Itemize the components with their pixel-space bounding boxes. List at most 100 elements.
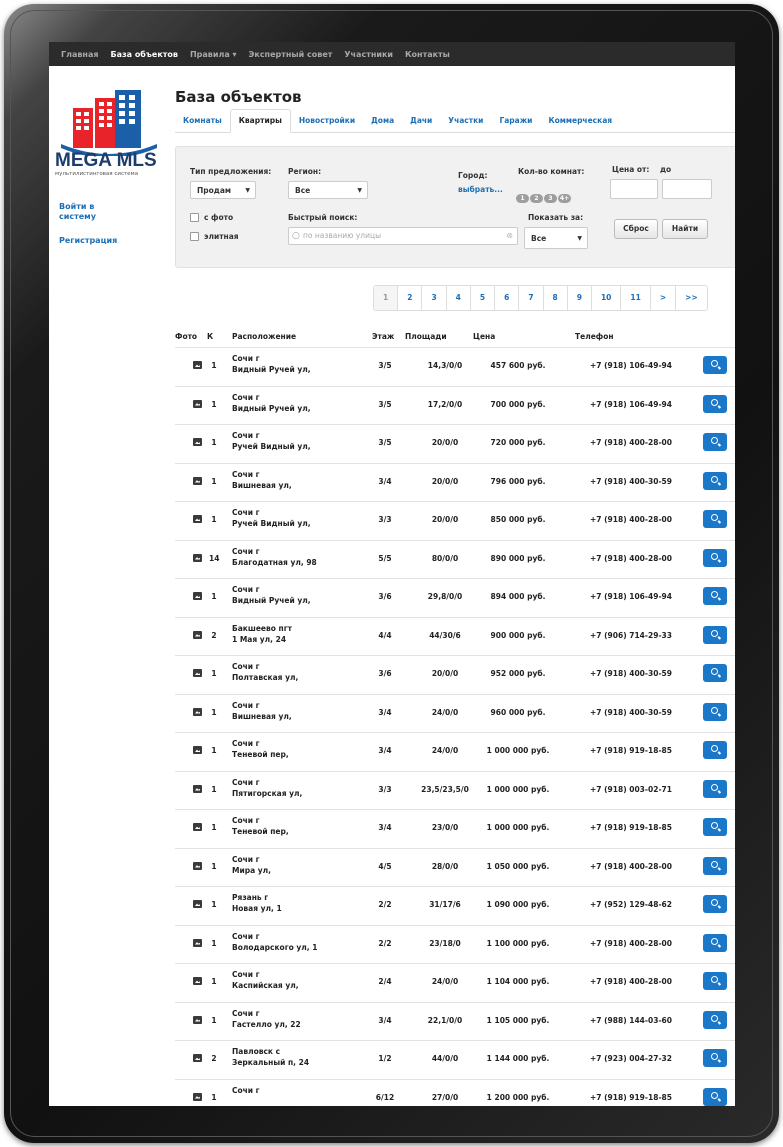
- page-9[interactable]: 9: [568, 286, 592, 310]
- tab-garages[interactable]: Гаражи: [491, 110, 540, 132]
- table-row[interactable]: 2 Бакшеево пгт 1 Мая ул, 24 4/4 44/30/6 900 0…: [175, 618, 735, 656]
- photo-icon[interactable]: [193, 977, 202, 985]
- elite-checkbox[interactable]: [190, 232, 199, 241]
- view-details-button[interactable]: [703, 394, 727, 413]
- tab-rooms[interactable]: Комнаты: [175, 110, 230, 132]
- clear-icon[interactable]: ⊗: [506, 228, 513, 244]
- tab-new-buildings[interactable]: Новостройки: [291, 110, 363, 132]
- tab-houses[interactable]: Дома: [363, 110, 402, 132]
- view-details-button[interactable]: [703, 933, 727, 952]
- table-row[interactable]: 1 Сочи г Каспийская ул, 2/4 24/0/0 1 104 000 …: [175, 964, 735, 1002]
- page-6[interactable]: 6: [495, 286, 520, 310]
- page-4[interactable]: 4: [447, 286, 471, 310]
- cell-phone[interactable]: +7 (918) 400-28-00: [565, 438, 697, 447]
- cell-phone[interactable]: +7 (918) 919-18-85: [565, 746, 697, 755]
- photo-icon[interactable]: [193, 823, 202, 831]
- tab-apartments[interactable]: Квартиры: [229, 109, 291, 133]
- photo-icon[interactable]: [193, 1054, 202, 1062]
- table-row[interactable]: 1 Сочи г Видный Ручей ул, 3/6 29,8/0/0 894 00…: [175, 579, 735, 617]
- view-details-button[interactable]: [703, 895, 727, 913]
- view-details-button[interactable]: [703, 1010, 727, 1029]
- with-photo-checkbox[interactable]: [190, 213, 199, 222]
- rooms-option-1[interactable]: 1: [516, 194, 529, 203]
- cell-phone[interactable]: +7 (918) 400-28-00: [565, 862, 697, 871]
- photo-icon[interactable]: [193, 746, 202, 754]
- table-row[interactable]: 1 Сочи г Вишневая ул, 3/4 20/0/0 796 000 руб.…: [175, 464, 735, 502]
- photo-icon[interactable]: [193, 707, 202, 716]
- nav-expert-council[interactable]: Экспертный совет: [243, 50, 339, 59]
- table-row[interactable]: 1 Сочи г Теневой пер, 3/4 23/0/0 1 000 000 ру…: [175, 810, 735, 848]
- cell-phone[interactable]: +7 (988) 144-03-60: [565, 1016, 697, 1025]
- photo-icon[interactable]: [193, 669, 202, 677]
- photo-icon[interactable]: [193, 476, 202, 485]
- table-row[interactable]: 1 Сочи г Гастелло ул, 22 3/4 22,1/0/0 1 105 0…: [175, 1003, 735, 1041]
- view-details-button[interactable]: [703, 1087, 727, 1106]
- photo-icon[interactable]: [193, 515, 202, 523]
- view-details-button[interactable]: [703, 1049, 727, 1067]
- cell-phone[interactable]: +7 (918) 106-49-94: [565, 400, 697, 409]
- price-to-input[interactable]: [662, 179, 712, 199]
- cell-phone[interactable]: +7 (918) 400-30-59: [565, 708, 697, 717]
- view-details-button[interactable]: [703, 356, 727, 374]
- table-row[interactable]: 1 Сочи г Пятигорская ул, 3/3 23,5/23,5/0 1 00…: [175, 772, 735, 810]
- photo-icon[interactable]: [193, 784, 202, 793]
- price-from-input[interactable]: [610, 179, 658, 199]
- view-details-button[interactable]: [703, 779, 727, 798]
- page-7[interactable]: 7: [519, 286, 544, 310]
- region-select[interactable]: Все ▼: [288, 181, 368, 199]
- table-row[interactable]: 1 Сочи г Видный Ручей ул, 3/5 17,2/0/0 700 00…: [175, 387, 735, 425]
- table-row[interactable]: 1 Сочи г Ручей Видный ул, 3/5 20/0/0 720 000 …: [175, 425, 735, 463]
- photo-icon[interactable]: [193, 630, 202, 639]
- table-row[interactable]: 2 Павловск с Зеркальный п, 24 1/2 44/0/0 1 14…: [175, 1041, 735, 1079]
- photo-icon[interactable]: [193, 592, 202, 600]
- offer-type-select[interactable]: Продам ▼: [190, 181, 256, 199]
- photo-icon[interactable]: [193, 1015, 202, 1024]
- cell-phone[interactable]: +7 (906) 714-29-33: [565, 631, 697, 640]
- photo-icon[interactable]: [193, 938, 202, 947]
- table-row[interactable]: 1 Сочи г Теневой пер, 3/4 24/0/0 1 000 000 ру…: [175, 733, 735, 771]
- cell-phone[interactable]: +7 (918) 106-49-94: [565, 592, 697, 601]
- view-details-button[interactable]: [703, 702, 727, 721]
- view-details-button[interactable]: [703, 433, 727, 451]
- show-period-select[interactable]: Все ▼: [524, 227, 588, 249]
- table-row[interactable]: 1 Сочи г Мира ул, 4/5 28/0/0 1 050 000 руб. +7…: [175, 849, 735, 887]
- rooms-option-4-plus[interactable]: 4+: [558, 194, 571, 203]
- page-5[interactable]: 5: [471, 286, 496, 310]
- cell-phone[interactable]: +7 (952) 129-48-62: [565, 900, 697, 909]
- cell-phone[interactable]: +7 (918) 400-30-59: [565, 669, 697, 678]
- photo-icon[interactable]: [193, 900, 202, 908]
- table-row[interactable]: 1 Сочи г Вишневая ул, 3/4 24/0/0 960 000 руб.…: [175, 695, 735, 733]
- table-row[interactable]: 1 Сочи г Полтавская ул, 3/6 20/0/0 952 000 ру…: [175, 656, 735, 694]
- view-details-button[interactable]: [703, 471, 727, 490]
- view-details-button[interactable]: [703, 856, 727, 875]
- nav-rules[interactable]: Правила ▾: [184, 50, 243, 59]
- register-link[interactable]: Регистрация: [59, 236, 117, 246]
- nav-members[interactable]: Участники: [338, 50, 399, 59]
- find-button[interactable]: Найти: [662, 219, 708, 239]
- table-row[interactable]: 1 Сочи г Видный Ручей ул, 3/5 14,3/0/0 457 60…: [175, 348, 735, 386]
- rooms-option-3[interactable]: 3: [544, 194, 557, 203]
- cell-phone[interactable]: +7 (918) 400-28-00: [565, 977, 697, 986]
- cell-phone[interactable]: +7 (918) 106-49-94: [565, 361, 697, 370]
- view-details-button[interactable]: [703, 510, 727, 528]
- page-1[interactable]: 1: [374, 286, 399, 310]
- view-details-button[interactable]: [703, 548, 727, 567]
- table-row[interactable]: 1 Сочи г 6/12 27/0/0 1 200 000 руб. +7 (918) …: [175, 1080, 735, 1107]
- view-details-button[interactable]: [703, 587, 727, 605]
- table-row[interactable]: 1 Рязань г Новая ул, 1 2/2 31/17/6 1 090 000 …: [175, 887, 735, 925]
- table-row[interactable]: 14 Сочи г Благодатная ул, 98 5/5 80/0/0 890 0…: [175, 541, 735, 579]
- page-last[interactable]: >>: [676, 286, 707, 310]
- nav-objects-base[interactable]: База объектов: [104, 50, 183, 59]
- cell-phone[interactable]: +7 (918) 400-28-00: [565, 554, 697, 563]
- page-3[interactable]: 3: [422, 286, 447, 310]
- table-row[interactable]: 1 Сочи г Ручей Видный ул, 3/3 20/0/0 850 000 …: [175, 502, 735, 540]
- tab-dachas[interactable]: Дачи: [402, 110, 440, 132]
- photo-icon[interactable]: [193, 361, 202, 369]
- view-details-button[interactable]: [703, 625, 727, 644]
- login-link[interactable]: Войти в систему: [59, 202, 119, 222]
- page-next[interactable]: >: [651, 286, 677, 310]
- rooms-option-2[interactable]: 2: [530, 194, 543, 203]
- photo-icon[interactable]: [193, 861, 202, 870]
- view-details-button[interactable]: [703, 972, 727, 990]
- cell-phone[interactable]: +7 (923) 004-27-32: [565, 1054, 697, 1063]
